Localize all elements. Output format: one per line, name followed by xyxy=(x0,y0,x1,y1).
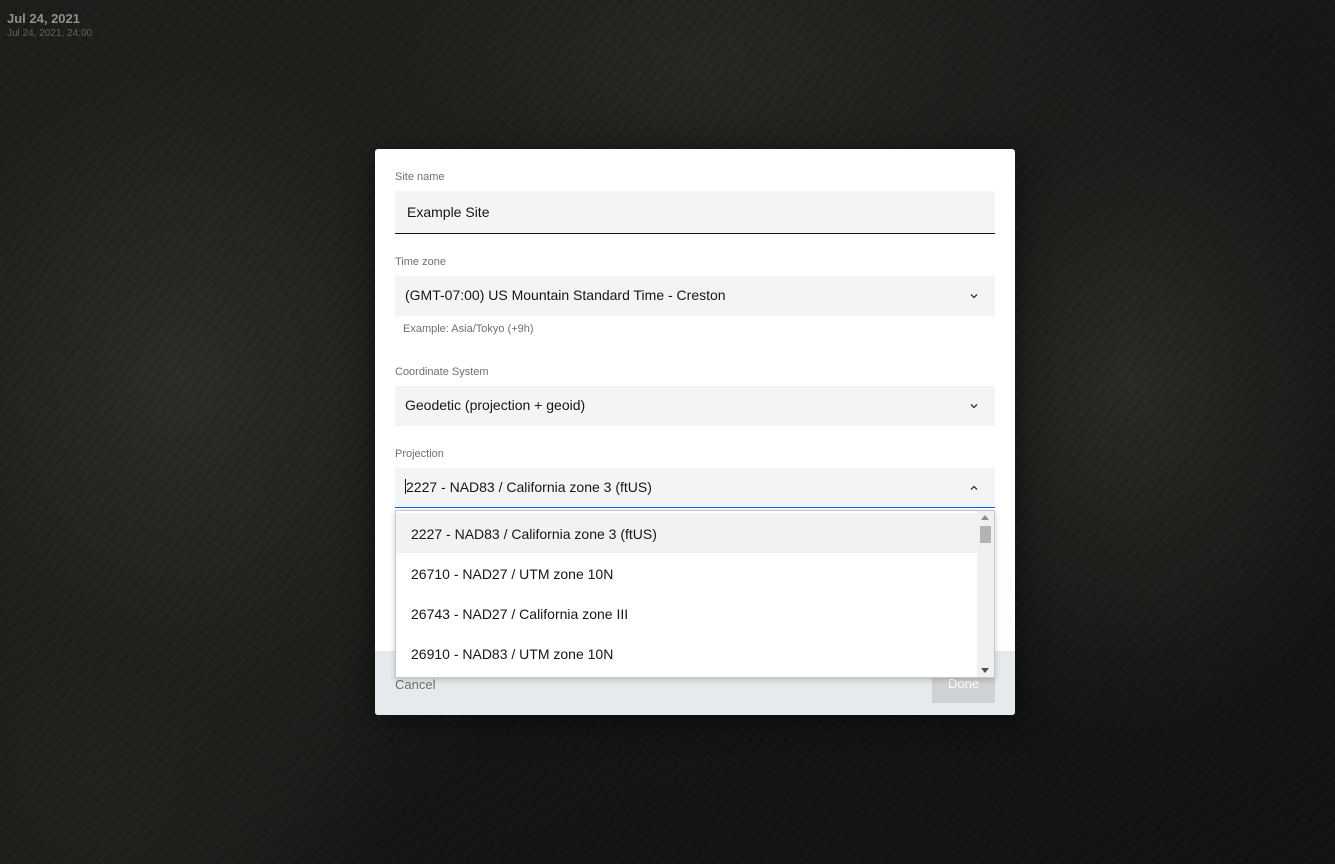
projection-option-label: 26743 - NAD27 / California zone III xyxy=(411,606,629,622)
projection-option[interactable]: 2227 - NAD83 / California zone 3 (ftUS) xyxy=(396,513,978,553)
projection-label: Projection xyxy=(395,448,444,460)
time-zone-select[interactable]: (GMT-07:00) US Mountain Standard Time - … xyxy=(395,276,995,316)
projection-option[interactable]: 26743 - NAD27 / California zone III xyxy=(396,593,978,633)
time-zone-label: Time zone xyxy=(395,256,446,268)
projection-value: 2227 - NAD83 / California zone 3 (ftUS) xyxy=(406,479,652,495)
projection-option-label: 2227 - NAD83 / California zone 3 (ftUS) xyxy=(411,526,657,542)
scroll-up-arrow-icon[interactable] xyxy=(981,515,989,520)
projection-option-label: 26910 - NAD83 / UTM zone 10N xyxy=(411,646,614,662)
projection-combobox[interactable]: 2227 - NAD83 / California zone 3 (ftUS) xyxy=(395,468,995,508)
chevron-down-icon xyxy=(970,294,978,299)
dropdown-scrollbar[interactable] xyxy=(977,511,994,677)
map-date-stamp: Jul 24, 2021 Jul 24, 2021, 24:00 xyxy=(7,11,92,41)
chevron-down-icon xyxy=(970,404,978,409)
chevron-up-icon xyxy=(970,485,978,490)
projection-dropdown-list: 2227 - NAD83 / California zone 3 (ftUS) … xyxy=(395,510,995,678)
site-name-value: Example Site xyxy=(407,204,490,220)
map-date: Jul 24, 2021 xyxy=(7,11,80,26)
coordinate-system-label: Coordinate System xyxy=(395,366,489,378)
scrollbar-thumb[interactable] xyxy=(980,526,991,543)
coordinate-system-select[interactable]: Geodetic (projection + geoid) xyxy=(395,386,995,426)
scroll-down-arrow-icon[interactable] xyxy=(981,668,989,673)
coordinate-system-value: Geodetic (projection + geoid) xyxy=(405,397,586,413)
projection-input[interactable]: 2227 - NAD83 / California zone 3 (ftUS) xyxy=(405,479,652,495)
projection-option[interactable]: 26910 - NAD83 / UTM zone 10N xyxy=(396,633,978,673)
map-datetime: Jul 24, 2021, 24:00 xyxy=(7,28,93,39)
time-zone-value: (GMT-07:00) US Mountain Standard Time - … xyxy=(405,287,726,303)
projection-option-label: 26710 - NAD27 / UTM zone 10N xyxy=(411,566,614,582)
time-zone-helper: Example: Asia/Tokyo (+9h) xyxy=(403,323,534,335)
projection-option[interactable]: 26710 - NAD27 / UTM zone 10N xyxy=(396,553,978,593)
site-name-label: Site name xyxy=(395,171,445,183)
site-name-input[interactable]: Example Site xyxy=(395,191,995,234)
cancel-button[interactable]: Cancel xyxy=(395,677,435,692)
